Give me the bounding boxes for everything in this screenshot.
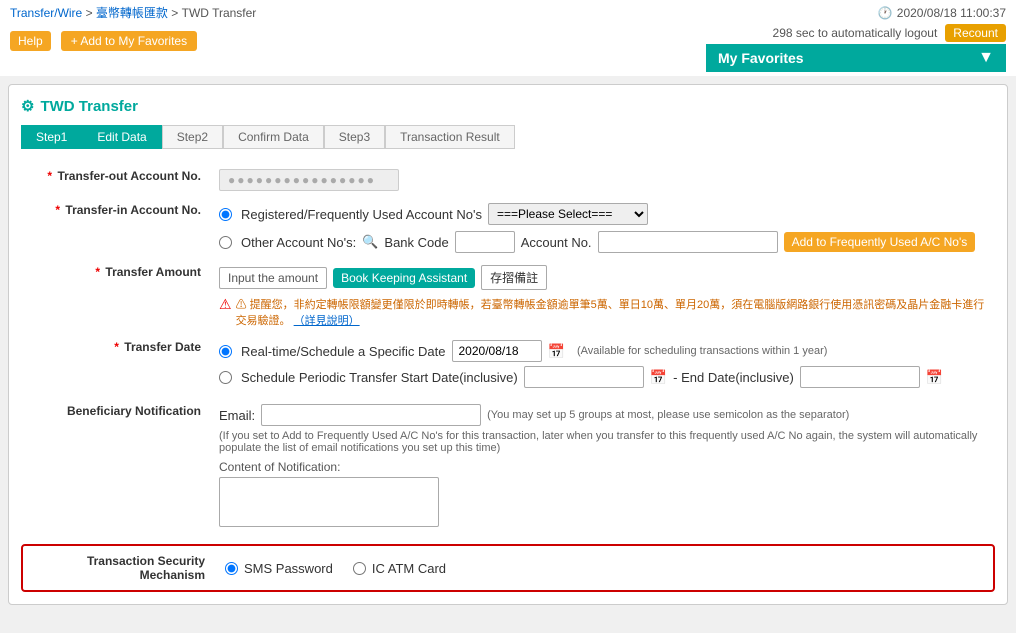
end-date-label: - End Date(inclusive) [673, 370, 794, 385]
start-date-input[interactable] [524, 366, 644, 388]
other-radio[interactable] [219, 236, 232, 249]
page-title: ⚙ TWD Transfer [21, 97, 995, 115]
logout-countdown: 298 sec to automatically logout [773, 26, 938, 40]
memo-button[interactable]: 存摺備註 [481, 265, 547, 290]
content-label: Content of Notification: [219, 460, 987, 474]
add-fav-ac-button[interactable]: Add to Frequently Used A/C No's [784, 232, 976, 252]
registered-label: Registered/Frequently Used Account No's [241, 207, 482, 222]
security-box: Transaction Security Mechanism SMS Passw… [21, 544, 995, 592]
required-star3: * [95, 265, 100, 279]
my-favorites-label: My Favorites [718, 50, 804, 66]
registered-select[interactable]: ===Please Select=== [488, 203, 648, 225]
email-label: Email: [219, 408, 255, 423]
form-table: * Transfer-out Account No. ●●●●●●●●●●●●●… [21, 163, 995, 536]
date-input[interactable] [452, 340, 542, 362]
security-label: Transaction Security Mechanism [35, 554, 205, 582]
beneficiary-label: Beneficiary Notification [67, 404, 201, 418]
transfer-in-row: * Transfer-in Account No. Registered/Fre… [21, 197, 995, 259]
account-no-label: Account No. [521, 235, 592, 250]
other-label: Other Account No's: [241, 235, 356, 250]
help-button[interactable]: Help [10, 31, 51, 51]
transfer-out-label: Transfer-out Account No. [57, 169, 201, 183]
step1-tab[interactable]: Step1 [21, 125, 82, 149]
start-calendar-icon[interactable]: 📅 [650, 369, 667, 386]
beneficiary-note: (If you set to Add to Frequently Used A/… [219, 430, 987, 454]
bank-code-input[interactable] [455, 231, 515, 253]
end-date-input[interactable] [800, 366, 920, 388]
bookkeeping-button[interactable]: Book Keeping Assistant [333, 268, 475, 288]
chevron-down-icon: ▼ [978, 49, 994, 67]
realtime-radio[interactable] [219, 345, 232, 358]
transfer-in-label: Transfer-in Account No. [65, 203, 201, 217]
required-star4: * [114, 340, 119, 354]
transfer-amount-row: * Transfer Amount Input the amount Book … [21, 259, 995, 334]
registered-option-row: Registered/Frequently Used Account No's … [219, 203, 987, 225]
transfer-date-label: Transfer Date [124, 340, 201, 354]
top-left-section: Transfer/Wire > 臺幣轉帳匯款 > TWD Transfer He… [10, 4, 256, 51]
confirm-data-tab[interactable]: Confirm Data [223, 125, 324, 149]
breadcrumb: Transfer/Wire > 臺幣轉帳匯款 > TWD Transfer [10, 4, 256, 21]
warning-link[interactable]: （詳見說明） [294, 315, 360, 327]
sms-option-label[interactable]: SMS Password [225, 561, 333, 576]
realtime-date-row: Real-time/Schedule a Specific Date 📅 (Av… [219, 340, 987, 362]
header: Transfer/Wire > 臺幣轉帳匯款 > TWD Transfer He… [0, 0, 1016, 76]
input-amount-button[interactable]: Input the amount [219, 267, 327, 289]
step3-tab[interactable]: Step3 [324, 125, 385, 149]
ic-atm-radio[interactable] [353, 562, 366, 575]
security-row: Transaction Security Mechanism SMS Passw… [35, 554, 981, 582]
amount-row: Input the amount Book Keeping Assistant … [219, 265, 987, 290]
transfer-out-row: * Transfer-out Account No. ●●●●●●●●●●●●●… [21, 163, 995, 197]
schedule-label: Schedule Periodic Transfer Start Date(in… [241, 370, 518, 385]
email-input[interactable] [261, 404, 481, 426]
warning-icon: ⚠ [219, 296, 232, 313]
content-row: Content of Notification: [219, 460, 987, 530]
schedule-radio[interactable] [219, 371, 232, 384]
end-calendar-icon[interactable]: 📅 [926, 369, 943, 386]
add-to-favorites-button[interactable]: + Add to My Favorites [61, 31, 197, 51]
clock-icon: 🕐 [878, 6, 893, 20]
calendar-icon[interactable]: 📅 [548, 343, 565, 360]
step2-tab[interactable]: Step2 [162, 125, 223, 149]
other-option-row: Other Account No's: 🔍 Bank Code Account … [219, 231, 987, 253]
sms-label: SMS Password [244, 561, 333, 576]
warning-text: ⚠ 提醒您，非約定轉帳限額變更僅限於即時轉帳，若臺幣轉帳金額逾單筆5萬、單日10… [236, 296, 987, 328]
transfer-amount-label: Transfer Amount [105, 265, 201, 279]
transfer-out-account: ●●●●●●●●●●●●●●●● [219, 169, 399, 191]
date-note: (Available for scheduling transactions w… [577, 345, 827, 357]
security-options: SMS Password IC ATM Card [225, 561, 446, 576]
required-star2: * [55, 203, 60, 217]
main-content: ⚙ TWD Transfer Step1 Edit Data Step2 Con… [8, 84, 1008, 605]
sms-radio[interactable] [225, 562, 238, 575]
right-panel: 🕐 2020/08/18 11:00:37 298 sec to automat… [706, 4, 1006, 72]
my-favorites-bar[interactable]: My Favorites ▼ [706, 44, 1006, 72]
transfer-date-row: * Transfer Date Real-time/Schedule a Spe… [21, 334, 995, 398]
recount-button[interactable]: Recount [945, 24, 1006, 42]
ic-atm-option-label[interactable]: IC ATM Card [353, 561, 446, 576]
beneficiary-row: Beneficiary Notification Email: (You may… [21, 398, 995, 536]
datetime-display: 2020/08/18 11:00:37 [897, 6, 1006, 20]
gear-icon: ⚙ [21, 97, 34, 115]
account-no-input[interactable] [598, 231, 778, 253]
steps-nav: Step1 Edit Data Step2 Confirm Data Step3… [21, 125, 995, 149]
email-row: Email: (You may set up 5 groups at most,… [219, 404, 987, 426]
ic-atm-label: IC ATM Card [372, 561, 446, 576]
registered-radio[interactable] [219, 208, 232, 221]
transfer-in-options: Registered/Frequently Used Account No's … [219, 203, 987, 253]
email-note: (You may set up 5 groups at most, please… [487, 409, 849, 421]
required-star: * [47, 169, 52, 183]
bank-code-label: Bank Code [384, 235, 448, 250]
transaction-result-tab[interactable]: Transaction Result [385, 125, 515, 149]
warning-box: ⚠ ⚠ 提醒您，非約定轉帳限額變更僅限於即時轉帳，若臺幣轉帳金額逾單筆5萬、單日… [219, 296, 987, 328]
content-textarea[interactable] [219, 477, 439, 527]
edit-data-tab[interactable]: Edit Data [82, 125, 161, 149]
realtime-label: Real-time/Schedule a Specific Date [241, 344, 446, 359]
search-icon: 🔍 [362, 234, 378, 250]
schedule-date-row: Schedule Periodic Transfer Start Date(in… [219, 366, 987, 388]
